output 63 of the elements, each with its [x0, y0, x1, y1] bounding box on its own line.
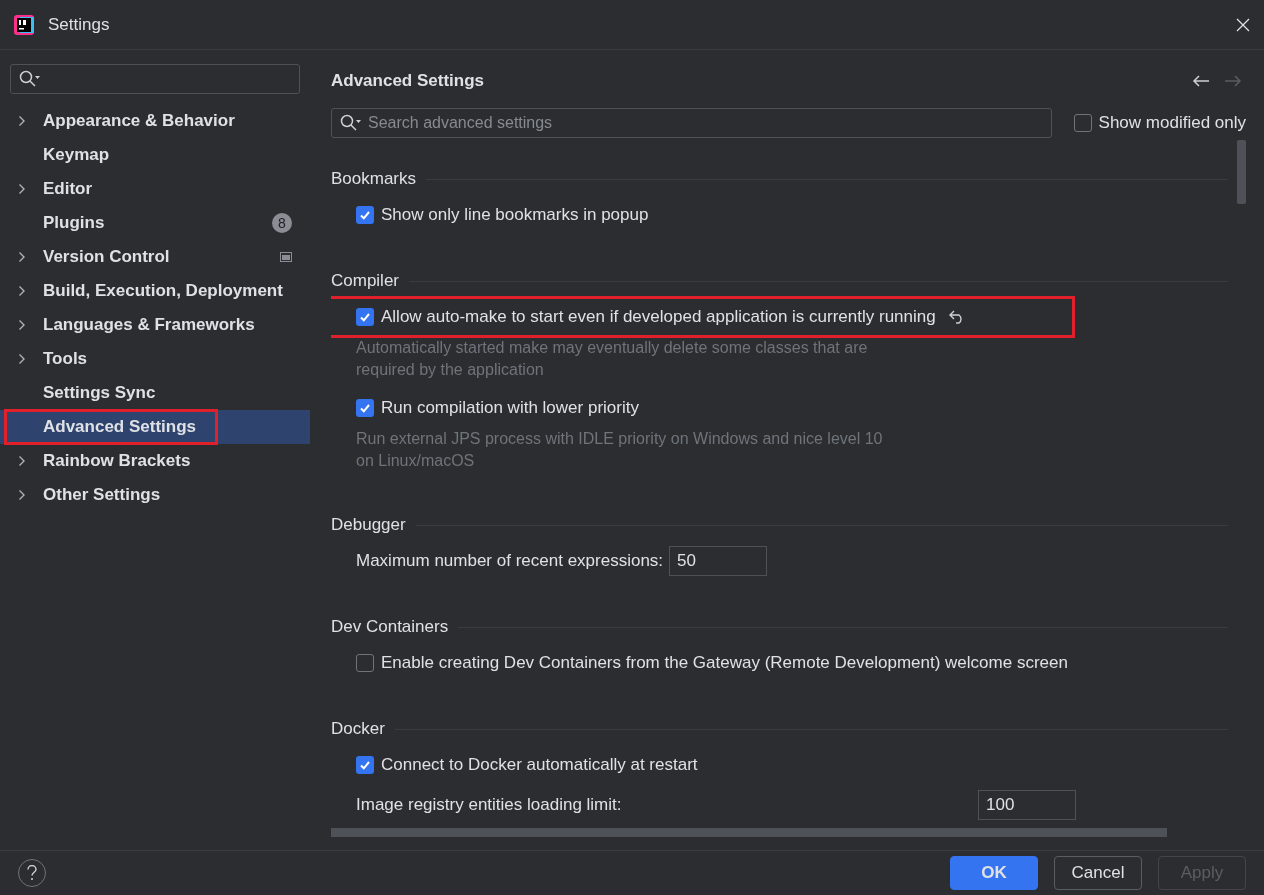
sidebar-item[interactable]: Version Control: [0, 240, 310, 274]
section-title: Bookmarks: [331, 169, 417, 189]
help-icon: [27, 865, 37, 881]
search-field[interactable]: Search advanced settings: [331, 108, 1052, 138]
count-badge: 8: [272, 213, 292, 233]
search-placeholder: Search advanced settings: [368, 114, 553, 132]
project-scope-icon: [280, 252, 292, 262]
section-title: Compiler: [331, 271, 400, 291]
horizontal-scrollbar[interactable]: [331, 828, 1167, 837]
checkbox[interactable]: [356, 308, 374, 326]
sidebar-item[interactable]: Build, Execution, Deployment: [0, 274, 310, 308]
sidebar-item[interactable]: Keymap: [0, 138, 310, 172]
sidebar-item[interactable]: Rainbow Brackets: [0, 444, 310, 478]
search-icon[interactable]: [340, 114, 362, 132]
sidebar-item[interactable]: Other Settings: [0, 478, 310, 512]
app-logo-icon: [14, 14, 34, 35]
chevron-icon[interactable]: [18, 455, 26, 467]
checkbox[interactable]: [356, 756, 374, 774]
sidebar-item[interactable]: Editor: [0, 172, 310, 206]
number-field[interactable]: 50: [669, 546, 768, 576]
checkbox-label: Enable creating Dev Containers from the Gateway (Remote Development) welcome screen: [381, 653, 1068, 673]
checkbox-label: Show modified only: [1098, 113, 1246, 133]
close-icon[interactable]: [1236, 17, 1250, 32]
sidebar-item[interactable]: Settings Sync: [0, 376, 310, 410]
checkmark-icon: [359, 759, 371, 771]
section-title: Dev Containers: [331, 617, 449, 637]
field-label: Maximum number of recent expressions:: [356, 551, 664, 571]
field-label: Image registry entities loading limit:: [356, 795, 622, 815]
chevron-icon[interactable]: [18, 115, 26, 127]
search-icon[interactable]: [19, 70, 41, 88]
checkbox[interactable]: [1073, 114, 1092, 132]
checkmark-icon: [359, 402, 371, 414]
sidebar-item[interactable]: Tools: [0, 342, 310, 376]
scrollbar[interactable]: [1237, 140, 1246, 204]
chevron-icon[interactable]: [18, 285, 26, 297]
window-title: Settings: [48, 14, 111, 35]
checkmark-icon: [359, 209, 371, 221]
checkbox[interactable]: [356, 399, 374, 417]
back-arrow-icon[interactable]: [1192, 74, 1210, 88]
section-title: Debugger: [331, 515, 406, 535]
checkbox[interactable]: [356, 206, 374, 224]
sidebar-item[interactable]: Languages & Frameworks: [0, 308, 310, 342]
number-field[interactable]: 100: [978, 790, 1076, 820]
chevron-icon[interactable]: [18, 183, 26, 195]
setting-description: Run external JPS process with IDLE priority on Windows and nice level 10 on Linux/macOS: [355, 429, 884, 471]
checkbox-label: Run compilation with lower priority: [381, 398, 639, 418]
checkbox[interactable]: [356, 654, 374, 672]
setting-description: Automatically started make may eventually delete some classes that are required by the application: [355, 338, 869, 380]
chevron-icon[interactable]: [18, 489, 26, 501]
sidebar-item[interactable]: Plugins 8: [0, 206, 310, 240]
checkbox-label: Connect to Docker automatically at restart: [381, 755, 698, 775]
page-title: Advanced Settings: [331, 71, 485, 91]
sidebar-item[interactable]: Appearance & Behavior: [0, 104, 310, 138]
chevron-icon[interactable]: [18, 353, 26, 365]
dialog-button[interactable]: Cancel: [1054, 856, 1142, 890]
chevron-icon[interactable]: [18, 319, 26, 331]
chevron-icon[interactable]: [18, 251, 26, 263]
section-title: Docker: [331, 719, 385, 739]
sidebar-item[interactable]: Advanced Settings: [0, 410, 310, 444]
checkbox-label: Show only line bookmarks in popup: [381, 205, 649, 225]
checkmark-icon: [359, 311, 371, 323]
checkbox-label: Allow auto-make to start even if developed application is currently running: [381, 307, 936, 327]
search-field[interactable]: [10, 64, 300, 94]
